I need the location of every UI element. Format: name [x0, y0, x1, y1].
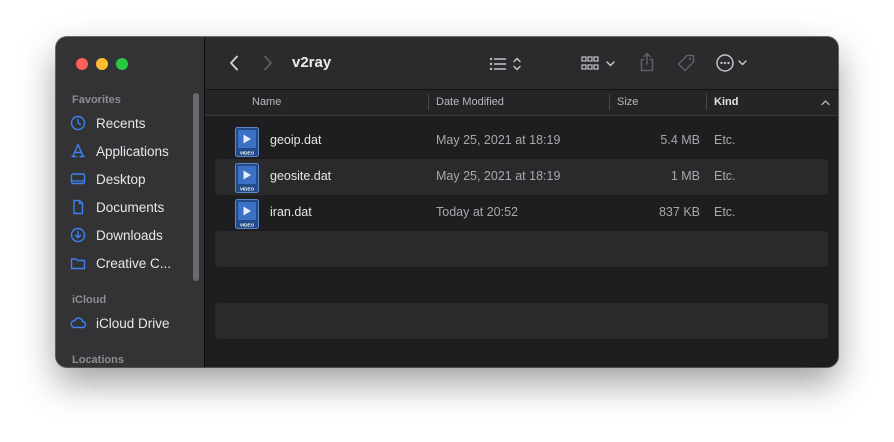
- view-options-button[interactable]: [488, 53, 528, 75]
- video-badge-label: VIDEO: [240, 223, 255, 228]
- favorites-section-title: Favorites: [72, 94, 121, 106]
- main-content: v2ray Name Date Modified Size Kind VIDEO…: [205, 37, 838, 367]
- forward-button[interactable]: [257, 52, 279, 74]
- file-name: iran.dat: [270, 205, 312, 219]
- file-size: 837 KB: [658, 205, 700, 219]
- cloud-icon: [70, 315, 96, 331]
- minimize-button[interactable]: [96, 58, 108, 70]
- applications-icon: [70, 143, 96, 159]
- video-badge-label: VIDEO: [240, 151, 255, 156]
- group-button[interactable]: [580, 53, 620, 75]
- close-button[interactable]: [76, 58, 88, 70]
- video-file-icon: VIDEO: [235, 127, 259, 157]
- sidebar-item-documents[interactable]: Documents: [70, 195, 164, 219]
- ellipsis-circle-icon: [716, 54, 747, 72]
- share-button[interactable]: [637, 50, 657, 74]
- file-name: geosite.dat: [270, 169, 332, 183]
- column-date-header[interactable]: Date Modified: [436, 96, 504, 108]
- column-name-header[interactable]: Name: [252, 96, 281, 108]
- chevron-left-icon: [230, 55, 238, 71]
- file-kind: Etc.: [714, 205, 736, 219]
- table-row[interactable]: VIDEO geosite.dat May 25, 2021 at 18:19 …: [215, 159, 828, 195]
- sidebar-item-applications[interactable]: Applications: [70, 139, 169, 163]
- sidebar-item-label: Recents: [96, 115, 146, 131]
- file-date: May 25, 2021 at 18:19: [436, 169, 561, 183]
- column-divider[interactable]: [609, 94, 610, 110]
- tag-icon: [677, 54, 695, 72]
- column-size-header[interactable]: Size: [617, 96, 638, 108]
- sidebar: Favorites Recents Applications Desktop D…: [56, 37, 205, 367]
- tags-button[interactable]: [674, 51, 698, 75]
- video-file-icon: VIDEO: [235, 163, 259, 193]
- sidebar-item-desktop[interactable]: Desktop: [70, 167, 146, 191]
- table-row[interactable]: VIDEO iran.dat Today at 20:52 837 KB Etc…: [215, 195, 828, 231]
- list-view-icon: [489, 57, 521, 71]
- sidebar-item-label: iCloud Drive: [96, 315, 170, 331]
- column-kind-header[interactable]: Kind: [714, 96, 738, 108]
- window-title: v2ray: [292, 54, 332, 71]
- file-date: Today at 20:52: [436, 205, 519, 219]
- toolbar: v2ray: [205, 37, 838, 90]
- column-divider[interactable]: [428, 94, 429, 110]
- sidebar-item-icloud-drive[interactable]: iCloud Drive: [70, 311, 170, 335]
- file-date: May 25, 2021 at 18:19: [436, 133, 561, 147]
- empty-row: [215, 231, 828, 267]
- file-list: VIDEO geoip.dat May 25, 2021 at 18:19 5.…: [215, 123, 828, 339]
- table-row[interactable]: VIDEO geoip.dat May 25, 2021 at 18:19 5.…: [215, 123, 828, 159]
- sidebar-item-label: Creative C...: [96, 255, 172, 271]
- more-actions-button[interactable]: [715, 51, 755, 75]
- sidebar-item-label: Applications: [96, 143, 169, 159]
- file-size: 5.4 MB: [660, 133, 700, 147]
- column-header: Name Date Modified Size Kind: [205, 90, 838, 116]
- desktop-icon: [70, 171, 96, 187]
- sort-ascending-icon: [821, 100, 830, 106]
- empty-row: [215, 303, 828, 339]
- chevron-right-icon: [264, 55, 272, 71]
- sidebar-item-recents[interactable]: Recents: [70, 111, 146, 135]
- file-kind: Etc.: [714, 133, 736, 147]
- sidebar-item-label: Documents: [96, 199, 165, 215]
- document-icon: [70, 199, 96, 215]
- sidebar-item-creative-cloud[interactable]: Creative C...: [70, 251, 171, 275]
- zoom-button[interactable]: [116, 58, 128, 70]
- folder-icon: [70, 255, 96, 271]
- sidebar-scrollbar[interactable]: [193, 93, 199, 281]
- file-size: 1 MB: [670, 169, 700, 183]
- share-icon: [640, 52, 654, 72]
- icloud-section-title: iCloud: [72, 294, 107, 306]
- download-icon: [70, 227, 96, 243]
- file-kind: Etc.: [714, 169, 736, 183]
- video-badge-label: VIDEO: [240, 187, 255, 192]
- grid-icon: [581, 56, 615, 70]
- empty-row: [215, 267, 828, 303]
- sidebar-item-label: Desktop: [96, 171, 146, 187]
- sidebar-item-label: Downloads: [96, 227, 163, 243]
- clock-icon: [70, 115, 96, 131]
- locations-section-title: Locations: [72, 354, 124, 366]
- column-divider[interactable]: [706, 94, 707, 110]
- file-name: geoip.dat: [270, 133, 322, 147]
- back-button[interactable]: [223, 52, 245, 74]
- video-file-icon: VIDEO: [235, 199, 259, 229]
- finder-window: Favorites Recents Applications Desktop D…: [56, 37, 838, 367]
- sidebar-item-downloads[interactable]: Downloads: [70, 223, 163, 247]
